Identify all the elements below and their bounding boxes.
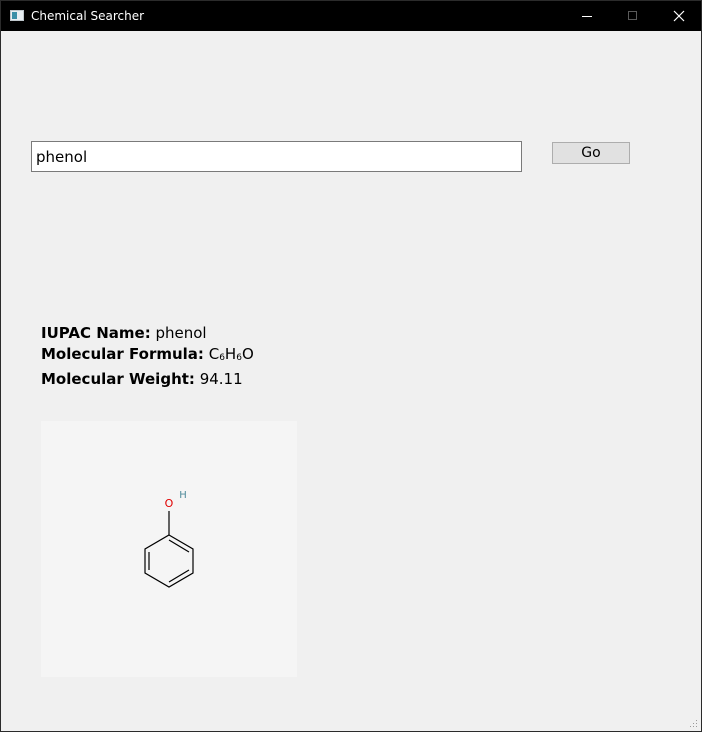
double-bond-2 (168, 569, 190, 583)
close-button[interactable] (656, 1, 702, 31)
oxygen-atom-label: O (165, 497, 174, 510)
resize-grip-icon[interactable] (688, 718, 698, 728)
formula-row: Molecular Formula: C6H6O (41, 344, 254, 369)
search-input[interactable] (31, 141, 522, 172)
app-icon (10, 10, 24, 21)
minimize-icon (582, 16, 592, 17)
go-button[interactable]: Go (552, 142, 630, 164)
main-window: Chemical Searcher Go IUPAC Name: phenol … (0, 0, 702, 732)
iupac-value: phenol (155, 324, 207, 342)
formula-value: C6H6O (208, 345, 254, 363)
double-bond-1 (168, 539, 190, 553)
window-title: Chemical Searcher (31, 9, 145, 23)
maximize-icon (628, 11, 637, 20)
weight-row: Molecular Weight: 94.11 (41, 369, 254, 390)
weight-value: 94.11 (199, 370, 243, 388)
phenol-structure-diagram: O H (144, 490, 194, 588)
minimize-button[interactable] (564, 1, 610, 31)
structure-image: O H (41, 421, 297, 677)
result-info: IUPAC Name: phenol Molecular Formula: C6… (41, 323, 254, 390)
iupac-label: IUPAC Name: (41, 324, 151, 342)
close-icon (673, 10, 685, 22)
iupac-row: IUPAC Name: phenol (41, 323, 254, 344)
formula-label: Molecular Formula: (41, 345, 204, 363)
weight-label: Molecular Weight: (41, 370, 195, 388)
maximize-button[interactable] (610, 1, 656, 31)
benzene-ring (144, 534, 194, 588)
title-bar[interactable]: Chemical Searcher (1, 1, 701, 31)
hydrogen-atom-label: H (179, 490, 187, 501)
